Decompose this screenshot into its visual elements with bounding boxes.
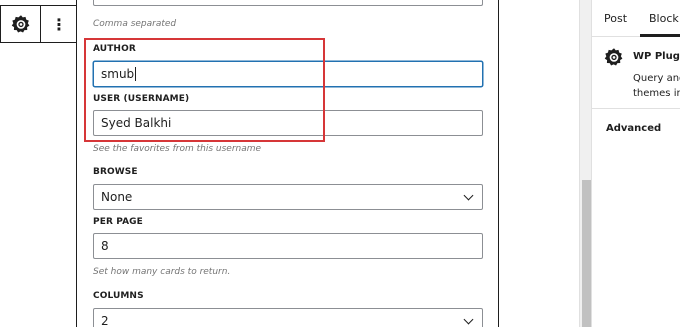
columns-label: COLUMNS (93, 291, 144, 301)
tags-help: Comma separated (93, 19, 177, 29)
block-card-title: WP Plugin (633, 51, 680, 62)
chevron-down-icon (463, 314, 474, 324)
block-type-button[interactable] (1, 6, 41, 42)
gear-icon (11, 15, 29, 33)
per-page-label: PER PAGE (93, 217, 143, 227)
gear-icon (604, 48, 623, 66)
scrollbar-thumb[interactable] (582, 180, 591, 327)
per-page-value: 8 (101, 239, 109, 253)
block-toolbar: ⋮ (0, 5, 77, 43)
browse-select[interactable]: None (93, 184, 483, 210)
more-vertical-icon: ⋮ (51, 14, 67, 34)
columns-select[interactable]: 2 (93, 308, 483, 327)
tab-block[interactable]: Block (649, 12, 679, 25)
highlight-box (84, 38, 325, 142)
scrollbar[interactable] (579, 0, 591, 327)
tags-input[interactable] (93, 0, 483, 6)
per-page-help: Set how many cards to return. (93, 267, 231, 277)
tab-post[interactable]: Post (604, 12, 627, 25)
advanced-panel-toggle[interactable]: Advanced (606, 123, 661, 134)
block-card: WP Plugin Query and themes in (592, 37, 680, 109)
columns-value: 2 (101, 314, 109, 327)
more-options-button[interactable]: ⋮ (41, 6, 77, 42)
browse-value: None (101, 190, 133, 204)
settings-sidebar: Post Block WP Plugin Query and themes in… (591, 0, 680, 327)
username-help: See the favorites from this username (93, 144, 262, 154)
block-card-description: Query and themes in (633, 73, 680, 99)
sidebar-tabs: Post Block (592, 0, 680, 37)
chevron-down-icon (463, 190, 474, 200)
per-page-input[interactable]: 8 (93, 233, 483, 259)
browse-label: BROWSE (93, 167, 138, 177)
